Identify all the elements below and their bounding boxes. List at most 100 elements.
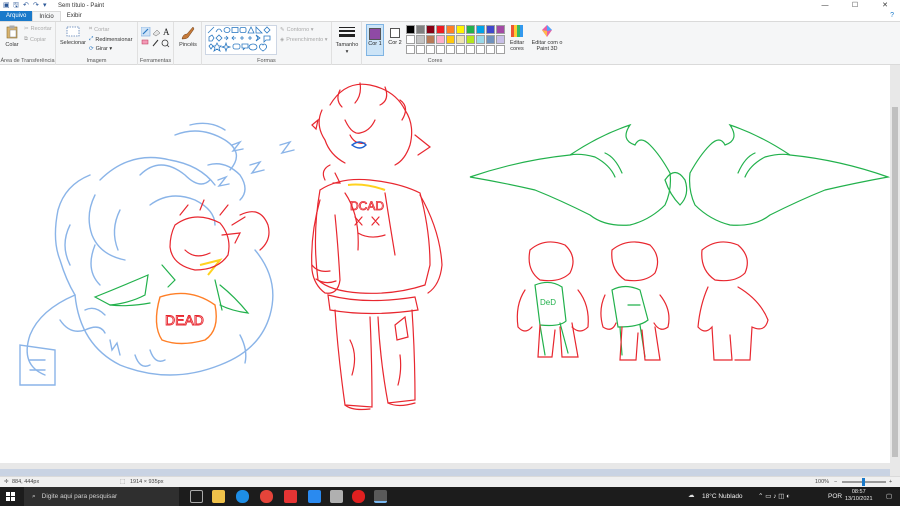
- palette-swatch[interactable]: [436, 35, 445, 44]
- palette-swatch[interactable]: [466, 25, 475, 34]
- notifications-icon[interactable]: ▢: [886, 492, 892, 500]
- windows-start-icon[interactable]: [6, 492, 15, 501]
- task-view-icon[interactable]: [190, 490, 203, 503]
- help-icon[interactable]: ?: [890, 12, 894, 19]
- outline-dropdown[interactable]: ✎ Contorno ▾: [280, 27, 314, 33]
- palette-swatch[interactable]: [486, 45, 495, 54]
- clock[interactable]: 08:57 13/10/2021: [845, 489, 873, 503]
- color2-button[interactable]: Cor 2: [387, 24, 403, 56]
- taskbar-search[interactable]: ⌕ Digite aqui para pesquisar: [24, 487, 179, 506]
- palette-swatch[interactable]: [446, 45, 455, 54]
- fill-dropdown[interactable]: ◈ Preenchimento ▾: [280, 37, 328, 43]
- paste-button[interactable]: Colar: [3, 25, 21, 48]
- palette-swatch[interactable]: [466, 45, 475, 54]
- edge-icon[interactable]: [236, 490, 249, 503]
- palette-swatch[interactable]: [486, 25, 495, 34]
- color1-button[interactable]: Cor 1: [366, 24, 384, 56]
- save-icon[interactable]: 🖫: [13, 2, 20, 9]
- paint3d-label: Editar com o Paint 3D: [531, 40, 563, 52]
- copy-icon: ⧉: [24, 36, 28, 42]
- zoom-slider[interactable]: [842, 478, 886, 486]
- maximize-button[interactable]: ☐: [840, 0, 870, 11]
- palette-swatch[interactable]: [466, 35, 475, 44]
- weather-text[interactable]: 18°C Nublado: [702, 493, 743, 500]
- drawing-content: DEAD DCAD DeD: [19, 82, 891, 411]
- tab-file[interactable]: Arquivo: [0, 11, 33, 21]
- rotate-label: Girar ▾: [95, 46, 113, 52]
- palette-swatch[interactable]: [436, 25, 445, 34]
- crop-button[interactable]: ⌗ Cortar: [89, 26, 109, 33]
- redo-icon[interactable]: ↷: [33, 2, 40, 9]
- cursor-position-icon: ✛: [4, 479, 9, 485]
- palette-swatch[interactable]: [476, 45, 485, 54]
- undo-icon[interactable]: ↶: [23, 2, 30, 9]
- palette-swatch[interactable]: [496, 25, 505, 34]
- chrome-icon[interactable]: [260, 490, 273, 503]
- horizontal-scrollbar[interactable]: [0, 463, 890, 469]
- paint-taskbar-icon[interactable]: [374, 490, 387, 503]
- zoom-slider-thumb[interactable]: [862, 478, 865, 486]
- dead-label-1: DEAD: [165, 312, 204, 328]
- file-explorer-icon[interactable]: [212, 490, 225, 503]
- minimize-button[interactable]: —: [810, 0, 840, 11]
- palette-swatch[interactable]: [426, 25, 435, 34]
- search-icon: ⌕: [32, 492, 36, 500]
- shapes-gallery[interactable]: [205, 25, 277, 55]
- palette-swatch[interactable]: [416, 45, 425, 54]
- vertical-scroll-thumb[interactable]: [892, 107, 898, 457]
- dead-label-3: DeD: [540, 298, 556, 307]
- size-group[interactable]: Tamanho ▾: [332, 22, 362, 65]
- close-button[interactable]: ✕: [870, 0, 900, 11]
- palette-swatch[interactable]: [476, 35, 485, 44]
- paste-label: Colar: [5, 42, 19, 48]
- vertical-scrollbar[interactable]: [890, 65, 900, 476]
- shapes-group: ✎ Contorno ▾ ◈ Preenchimento ▾ Formas: [202, 22, 332, 65]
- drawing-canvas[interactable]: DEAD DCAD DeD: [0, 65, 891, 463]
- zoom-in-button[interactable]: +: [889, 479, 892, 485]
- palette-swatch[interactable]: [426, 45, 435, 54]
- palette-swatch[interactable]: [436, 45, 445, 54]
- cut-button[interactable]: ✂ Recortar: [24, 26, 52, 32]
- palette-swatch[interactable]: [406, 25, 415, 34]
- fill-bucket-icon: ◈: [280, 37, 285, 43]
- language-indicator[interactable]: POR: [828, 493, 842, 500]
- brushes-group[interactable]: Pincéis: [174, 22, 202, 65]
- selection-size-icon: ⬚: [120, 479, 126, 485]
- palette-swatch[interactable]: [416, 25, 425, 34]
- title-bar: ▣ 🖫 ↶ ↷ ▾ Sem título - Paint — ☐ ✕: [0, 0, 900, 11]
- edit-colors-button[interactable]: Editar cores: [508, 25, 526, 52]
- palette-swatch[interactable]: [476, 25, 485, 34]
- resize-button[interactable]: ⤢ Redimensionar: [89, 36, 132, 43]
- edit-paint3d-button[interactable]: Editar com o Paint 3D: [530, 25, 564, 52]
- tools-group-label: Ferramentas: [139, 58, 172, 64]
- paint-app-icon: ▣: [3, 2, 10, 9]
- select-button[interactable]: Selecionar: [59, 26, 87, 46]
- media-player-icon[interactable]: [284, 490, 297, 503]
- zoom-out-button[interactable]: −: [834, 479, 837, 485]
- brushes-label: Pincéis: [179, 42, 197, 48]
- copy-button[interactable]: ⧉ Copiar: [24, 36, 46, 43]
- mail-icon[interactable]: [308, 490, 321, 503]
- palette-swatch[interactable]: [416, 35, 425, 44]
- dead-label-2: DCAD: [350, 199, 384, 213]
- opera-icon[interactable]: [352, 490, 365, 503]
- shapes-group-label: Formas: [257, 58, 276, 64]
- customize-dropdown-icon[interactable]: ▾: [43, 2, 50, 9]
- rotate-button[interactable]: ⟳ Girar ▾: [89, 46, 112, 52]
- palette-swatch[interactable]: [456, 45, 465, 54]
- tab-view[interactable]: Exibir: [61, 11, 88, 21]
- color1-label: Cor 1: [368, 41, 382, 47]
- palette-swatch[interactable]: [496, 35, 505, 44]
- tab-home[interactable]: Início: [32, 11, 61, 21]
- palette-swatch[interactable]: [446, 35, 455, 44]
- palette-swatch[interactable]: [456, 35, 465, 44]
- palette-swatch[interactable]: [496, 45, 505, 54]
- palette-swatch[interactable]: [446, 25, 455, 34]
- palette-swatch[interactable]: [406, 35, 415, 44]
- palette-swatch[interactable]: [486, 35, 495, 44]
- palette-swatch[interactable]: [426, 35, 435, 44]
- palette-swatch[interactable]: [406, 45, 415, 54]
- tray-icons[interactable]: ⌃ ▭ ♪ ◫ ◐: [758, 492, 790, 500]
- games-icon[interactable]: [330, 490, 343, 503]
- palette-swatch[interactable]: [456, 25, 465, 34]
